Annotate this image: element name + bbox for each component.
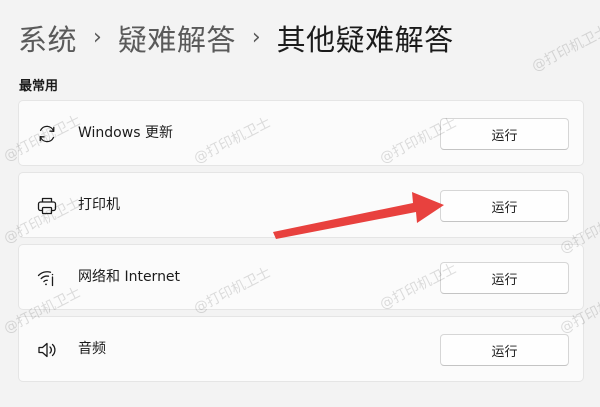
- breadcrumb: 系统 › 疑难解答 › 其他疑难解答: [18, 16, 454, 60]
- troubleshooter-card-printer: 打印机 运行: [18, 172, 584, 238]
- run-button-network[interactable]: 运行: [440, 262, 569, 294]
- troubleshooter-label: 打印机: [78, 197, 120, 213]
- run-button-windows-update[interactable]: 运行: [440, 118, 569, 150]
- breadcrumb-chevron-icon: ›: [251, 24, 261, 50]
- troubleshooter-card-audio: 音频 运行: [18, 316, 584, 382]
- troubleshooter-label: 网络和 Internet: [78, 269, 181, 285]
- page-title: 其他疑难解答: [276, 23, 454, 57]
- troubleshooter-label: Windows 更新: [78, 125, 173, 141]
- refresh-icon: [36, 123, 58, 145]
- breadcrumb-chevron-icon: ›: [93, 24, 102, 50]
- run-button-audio[interactable]: 运行: [440, 334, 569, 366]
- run-button-printer[interactable]: 运行: [440, 190, 569, 222]
- wifi-icon: [36, 267, 58, 289]
- troubleshooter-card-network: 网络和 Internet 运行: [18, 244, 584, 310]
- watermark-text: @打印机卫士: [529, 22, 600, 75]
- breadcrumb-item-system[interactable]: 系统: [18, 17, 77, 59]
- section-title: 最常用: [19, 79, 59, 94]
- troubleshooter-label: 音频: [78, 341, 106, 357]
- printer-icon: [36, 195, 58, 217]
- speaker-icon: [36, 339, 58, 361]
- troubleshooter-card-windows-update: Windows 更新 运行: [18, 100, 584, 166]
- breadcrumb-item-troubleshoot[interactable]: 疑难解答: [118, 17, 236, 59]
